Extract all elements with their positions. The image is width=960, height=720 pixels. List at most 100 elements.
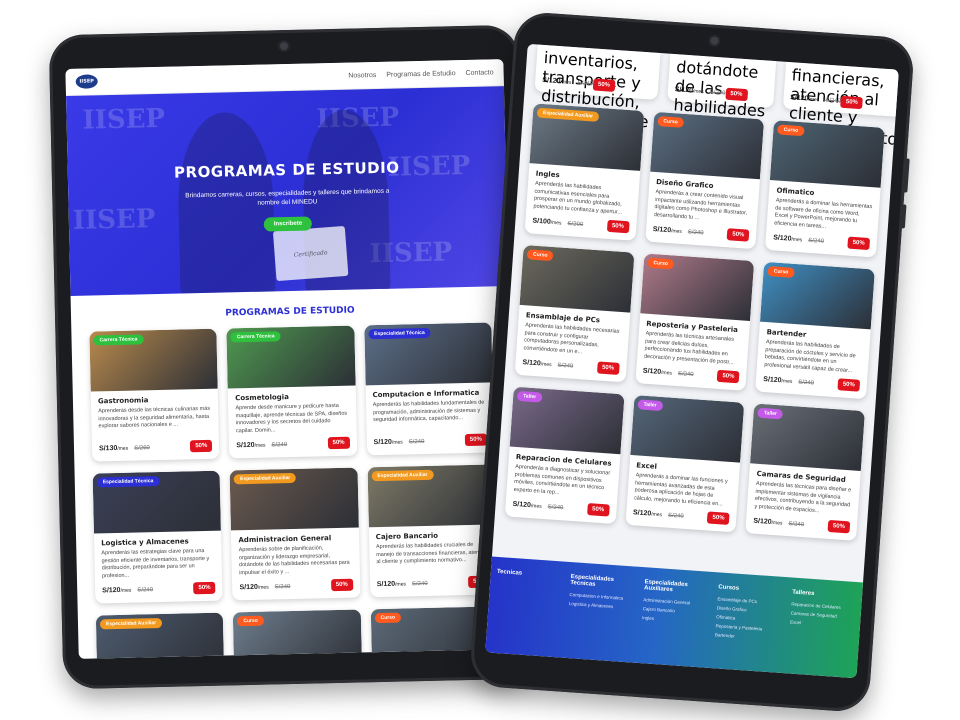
program-price: S/120/mes S/240 xyxy=(522,358,574,370)
discount-badge[interactable]: 50% xyxy=(837,378,861,392)
nav-link-contacto[interactable]: Contacto xyxy=(465,69,493,77)
program-title[interactable]: Computacion e Informatica xyxy=(372,389,485,399)
old-price: S/240 xyxy=(547,503,564,511)
program-card[interactable]: Curso Ensamblaje de PCs Aprenderás las h… xyxy=(514,244,635,383)
discount-badge[interactable]: 50% xyxy=(327,436,350,450)
discount-badge[interactable]: 50% xyxy=(586,503,610,517)
discount-badge[interactable]: 50% xyxy=(190,439,213,453)
discount-badge[interactable]: 50% xyxy=(592,78,616,92)
program-price: S/120/mes S/240 xyxy=(236,441,288,449)
program-photo: Carrera Técnica xyxy=(226,325,356,389)
footer-heading: Talleres xyxy=(791,589,815,598)
footer-link[interactable]: Computacion e Informatica xyxy=(569,592,633,601)
program-photo: Carrera Técnica xyxy=(89,328,219,392)
discount-badge[interactable]: 50% xyxy=(827,519,851,534)
program-card[interactable]: Carrera Técnica Gastronomia Aprenderás d… xyxy=(89,328,220,462)
discount-badge[interactable]: 50% xyxy=(330,578,353,592)
program-price: S/120/mes S/240 xyxy=(652,225,704,236)
discount-badge[interactable]: 50% xyxy=(726,228,750,242)
program-title[interactable]: Cajero Bancario xyxy=(376,531,489,541)
program-card[interactable]: Taller Excel Aprenderás a dominar las fu… xyxy=(625,395,745,533)
program-price: S/120/mes S/240 xyxy=(512,500,564,511)
program-card[interactable]: Carrera Técnica Cosmetologia Aprende des… xyxy=(226,325,357,459)
program-photo: Especialidad Auxiliar xyxy=(367,464,496,528)
footer-link[interactable]: Reposteria y Pasteleria xyxy=(715,623,779,632)
program-price: S/130/mes S/260 xyxy=(98,444,150,452)
nav-link-programas[interactable]: Programas de Estudio xyxy=(386,70,455,79)
footer-link[interactable]: Logistica y Almacenes xyxy=(569,601,633,610)
footer-link[interactable]: Bartender xyxy=(715,632,779,641)
program-card[interactable]: Taller Reparacion de Celulares Aprenderá… xyxy=(504,386,625,525)
footer-link[interactable]: Ofimatica xyxy=(716,614,780,623)
discount-badge[interactable]: 50% xyxy=(716,369,740,384)
discount-badge[interactable]: 50% xyxy=(193,581,216,595)
program-description: Aprenderás las habilidades de preparació… xyxy=(764,339,856,374)
program-photo: Especialidad Auxiliar xyxy=(95,612,225,659)
price-row: S/120/mesS/240 50% xyxy=(753,515,851,534)
discount-badge[interactable]: 50% xyxy=(596,361,620,375)
inscribete-button[interactable]: Inscribete xyxy=(263,216,313,232)
old-price: S/240 xyxy=(798,378,815,387)
program-description: Aprenderás sobre de planificación, organ… xyxy=(238,545,350,576)
footer-column: Tecnicas xyxy=(491,569,561,657)
old-price: S/240 xyxy=(788,520,805,528)
program-title[interactable]: Logistica y Almacenes xyxy=(101,537,214,547)
program-card[interactable]: Especialidad Auxiliar Ingles Aprenderás … xyxy=(524,103,645,241)
price-row: S/130/mes S/260 50% xyxy=(98,439,213,455)
discount-badge[interactable]: 50% xyxy=(707,511,730,525)
footer-link[interactable]: Reparacion de Celulares xyxy=(791,602,855,611)
nav-link-nosotros[interactable]: Nosotros xyxy=(348,71,376,79)
program-card[interactable]: Especialidad Técnica Logistica y Almacen… xyxy=(92,470,223,604)
footer-link[interactable]: Excel xyxy=(790,619,854,628)
old-price: S/240 xyxy=(667,512,684,520)
program-title[interactable]: Gastronomia xyxy=(98,395,211,405)
program-description: Aprenderás desde las técnicas culinarias… xyxy=(98,405,211,430)
program-photo: Curso xyxy=(639,253,755,321)
program-card-partial[interactable]: inventarios, transporte y distribución, … xyxy=(534,44,661,168)
logo[interactable]: IISEP xyxy=(75,74,98,89)
program-price: S/100/mes S/200 xyxy=(532,217,584,228)
footer-link[interactable]: Diseño Grafico xyxy=(717,605,781,614)
footer-link[interactable]: Ingles xyxy=(642,615,706,624)
program-card[interactable]: Curso Diseño Grafico Aprenderás a crear … xyxy=(644,111,765,250)
footer-heading: Tecnicas xyxy=(496,568,523,577)
program-description: Aprende desde manicure y pedicure hasta … xyxy=(235,402,348,434)
program-card[interactable]: Taller Camaras de Seguridad Aprenderás l… xyxy=(745,403,865,541)
discount-badge[interactable]: 50% xyxy=(847,236,871,251)
discount-badge[interactable]: 50% xyxy=(724,87,748,102)
program-description: Aprenderás las habilidades comunicativas… xyxy=(533,180,623,216)
program-photo: Especialidad Técnica xyxy=(363,322,493,386)
program-title[interactable]: Cosmetologia xyxy=(235,392,348,402)
program-card[interactable]: Curso xyxy=(233,609,363,659)
category-badge: Especialidad Auxiliar xyxy=(371,469,434,482)
program-card[interactable]: Curso Ofimatico Aprenderás a dominar las… xyxy=(765,120,885,258)
site-footer: Tecnicas Especialidades Tecnicas Computaci… xyxy=(485,556,864,679)
program-price: S/120/mes S/240 xyxy=(542,76,594,88)
footer-link[interactable]: Camaras de Seguridad xyxy=(791,611,855,620)
footer-link[interactable]: Administracion General xyxy=(643,597,707,606)
program-photo: Curso xyxy=(760,261,875,330)
program-card[interactable]: Especialidad Técnica Computacion e Infor… xyxy=(363,322,495,456)
program-card[interactable]: Especialidad Auxiliar Administracion Gen… xyxy=(229,467,361,601)
program-card[interactable]: Curso Bartender Aprenderás las habilidad… xyxy=(755,261,875,400)
footer-link[interactable]: Ensamblaje de PCs xyxy=(717,596,781,605)
price-row: S/120/mesS/240 50% xyxy=(102,581,216,597)
discount-badge[interactable]: 50% xyxy=(840,95,864,110)
camera-icon xyxy=(710,36,719,46)
nav-links: Nosotros Programas de Estudio Contacto xyxy=(348,69,493,79)
program-title[interactable]: Administracion General xyxy=(238,534,351,544)
program-card[interactable]: Especialidad Auxiliar xyxy=(95,612,226,659)
program-card-partial[interactable]: financieras, atención al cliente y cumpl… xyxy=(782,61,899,167)
discount-badge[interactable]: 50% xyxy=(464,433,488,447)
program-description: Aprenderás a diagnosticar y solucionar p… xyxy=(513,463,611,496)
program-price: S/120/mes S/240 xyxy=(763,375,815,387)
footer-link[interactable]: Cajero Bancario xyxy=(642,606,706,615)
program-price: S/120/mes S/240 xyxy=(632,508,684,520)
program-card-partial[interactable]: dotándote de las habilidades necesarias … xyxy=(666,53,776,195)
program-photo: Taller xyxy=(750,403,865,472)
program-card[interactable]: Curso Reposteria y Pasteleria Aprenderás… xyxy=(635,253,755,391)
category-badge: Especialidad Auxiliar xyxy=(536,107,600,122)
discount-badge[interactable]: 50% xyxy=(606,219,630,234)
old-price: S/260 xyxy=(134,444,150,452)
price-row: S/100/mes S/200 50% xyxy=(532,215,630,234)
